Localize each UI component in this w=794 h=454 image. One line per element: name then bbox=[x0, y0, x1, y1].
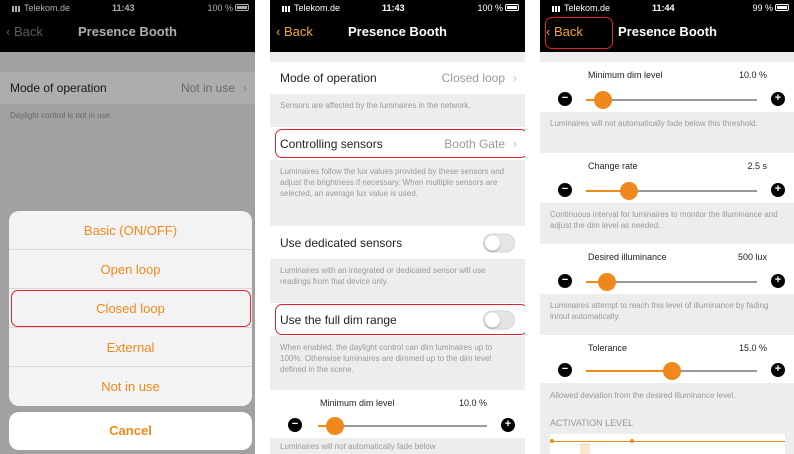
highlight-back-button bbox=[545, 17, 613, 49]
carrier: Telekom.de bbox=[282, 3, 340, 13]
row-label: Mode of operation bbox=[280, 71, 377, 85]
nav-bar: ‹ Back Presence Booth bbox=[270, 16, 525, 52]
slider-label: Minimum dim level bbox=[588, 70, 663, 80]
min-dim-note: Luminaires will not automatically fade b… bbox=[280, 442, 436, 451]
slider-knob[interactable] bbox=[594, 91, 613, 109]
clock: 11:43 bbox=[382, 3, 405, 13]
cancel-button[interactable]: Cancel bbox=[9, 412, 252, 450]
chevron-right-icon: › bbox=[513, 71, 517, 85]
increase-icon[interactable]: + bbox=[501, 418, 515, 432]
screen-slider-settings: Telekom.de 11:44 99 % ‹ Back Presence Bo… bbox=[540, 0, 794, 454]
option-open-loop[interactable]: Open loop bbox=[9, 250, 252, 289]
slider-track[interactable] bbox=[586, 182, 757, 200]
slider-label: Minimum dim level bbox=[320, 398, 395, 408]
activation-level-chart bbox=[550, 434, 785, 454]
slider-value: 2.5 s bbox=[747, 161, 767, 171]
increase-icon[interactable]: + bbox=[771, 363, 785, 377]
option-not-in-use[interactable]: Not in use bbox=[9, 367, 252, 406]
min-dim-note: Luminaires will not automatically fade b… bbox=[550, 119, 758, 128]
slider-label: Tolerance bbox=[588, 343, 628, 353]
slider-track[interactable] bbox=[586, 362, 757, 380]
full-dim-range-note: When enabled, the daylight control can d… bbox=[280, 343, 493, 374]
use-dedicated-sensors-row: Use dedicated sensors bbox=[270, 226, 525, 259]
slider-track[interactable] bbox=[586, 273, 757, 291]
slider-knob[interactable] bbox=[619, 182, 638, 200]
screen-closed-loop-settings: Telekom.de 11:43 100 % ‹ Back Presence B… bbox=[270, 0, 525, 454]
increase-icon[interactable]: + bbox=[771, 183, 785, 197]
status-bar: Telekom.de 11:44 99 % bbox=[540, 0, 794, 16]
tolerance-slider-block: Tolerance 15.0 % − + bbox=[540, 335, 794, 383]
highlight-full-dim-range bbox=[275, 304, 525, 335]
desired-illuminance-note: Luminaires attempt to reach this level o… bbox=[550, 301, 769, 321]
highlight-controlling-sensors bbox=[275, 129, 525, 158]
slider-knob[interactable] bbox=[325, 417, 344, 435]
controlling-sensors-note: Luminaires follow the lux values provide… bbox=[280, 167, 505, 198]
slider-label: Change rate bbox=[588, 161, 638, 171]
row-label: Use dedicated sensors bbox=[280, 235, 403, 250]
dedicated-sensors-note: Luminaires with an integrated or dedicat… bbox=[280, 266, 486, 286]
decrease-icon[interactable]: − bbox=[558, 363, 572, 377]
battery-level: 99 % bbox=[752, 3, 773, 13]
slider-knob[interactable] bbox=[662, 362, 681, 380]
change-rate-note: Continuous interval for luminaires to mo… bbox=[550, 210, 778, 230]
screen-mode-picker: Telekom.de 11:43 100 % ‹ Back Presence B… bbox=[0, 0, 255, 454]
highlight-closed-loop bbox=[11, 290, 251, 327]
decrease-icon[interactable]: − bbox=[288, 418, 302, 432]
slider-track[interactable] bbox=[586, 91, 757, 109]
increase-icon[interactable]: + bbox=[771, 274, 785, 288]
dedicated-sensors-toggle[interactable] bbox=[483, 233, 515, 252]
battery-level: 100 % bbox=[477, 3, 503, 13]
slider-value: 15.0 % bbox=[738, 343, 767, 353]
desired-illuminance-slider-block: Desired illuminance 500 lux − + bbox=[540, 244, 794, 294]
slider-knob[interactable] bbox=[597, 273, 616, 291]
slider-label: Desired illuminance bbox=[588, 252, 667, 262]
signal-icon bbox=[282, 5, 292, 12]
slider-track[interactable] bbox=[318, 417, 487, 435]
min-dim-slider-block: Minimum dim level 10.0 % − + bbox=[270, 390, 525, 438]
slider-value: 10.0 % bbox=[458, 398, 487, 408]
battery-icon bbox=[775, 4, 789, 11]
min-dim-slider-block: Minimum dim level 10.0 % − + bbox=[540, 62, 794, 112]
tolerance-note: Allowed deviation from the desired illum… bbox=[550, 391, 736, 400]
activation-level-heading: ACTIVATION LEVEL bbox=[550, 418, 634, 428]
option-external[interactable]: External bbox=[9, 328, 252, 367]
carrier: Telekom.de bbox=[552, 3, 610, 13]
slider-value: 10.0 % bbox=[738, 70, 767, 80]
battery-icon bbox=[505, 4, 519, 11]
decrease-icon[interactable]: − bbox=[558, 183, 572, 197]
mode-of-operation-row[interactable]: Mode of operation Closed loop › bbox=[270, 62, 525, 94]
option-basic[interactable]: Basic (ON/OFF) bbox=[9, 211, 252, 250]
row-value: Closed loop bbox=[441, 71, 505, 85]
page-title: Presence Booth bbox=[348, 24, 447, 39]
decrease-icon[interactable]: − bbox=[558, 92, 572, 106]
status-bar: Telekom.de 11:43 100 % bbox=[270, 0, 525, 16]
decrease-icon[interactable]: − bbox=[558, 274, 572, 288]
signal-icon bbox=[552, 5, 562, 12]
mode-note: Sensors are affected by the luminaires i… bbox=[280, 101, 471, 110]
clock: 11:44 bbox=[652, 3, 675, 13]
change-rate-slider-block: Change rate 2.5 s − + bbox=[540, 153, 794, 203]
increase-icon[interactable]: + bbox=[771, 92, 785, 106]
slider-value: 500 lux bbox=[737, 252, 767, 262]
